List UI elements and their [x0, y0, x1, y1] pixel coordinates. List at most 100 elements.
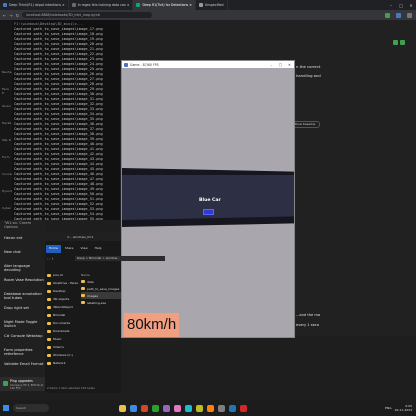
folder-icon	[47, 361, 51, 365]
list-item[interactable]: Validate Email Format	[4, 362, 43, 366]
taskbar-app-icon[interactable]	[207, 404, 214, 412]
nav-pane-label: pics.dl	[53, 273, 63, 277]
list-item[interactable]: Aker language decoding	[4, 264, 45, 272]
nav-pane-item[interactable]: Documents	[47, 319, 81, 327]
folder-icon	[47, 305, 51, 309]
folder-icon	[47, 345, 51, 349]
folder-icon	[81, 287, 85, 290]
list-item[interactable]: Drop right set	[4, 306, 29, 310]
close-button[interactable]: ✕	[285, 63, 294, 67]
browser-maximize-button[interactable]: □	[396, 0, 406, 10]
nav-pane-item[interactable]: Windows (C:)	[47, 351, 81, 359]
back-icon[interactable]: ←	[3, 13, 6, 18]
ribbon-tab[interactable]: View	[78, 245, 91, 253]
folder-icon	[81, 280, 85, 283]
taskbar-app-icon[interactable]	[218, 404, 225, 412]
game-canvas[interactable]: Blue Car 80km/h	[122, 68, 294, 337]
taskbar-search[interactable]: Search	[13, 404, 49, 412]
browser-minimize-button[interactable]: –	[386, 0, 396, 10]
nav-pane-label: Network	[53, 361, 66, 365]
profile-icon[interactable]	[396, 12, 401, 18]
browser-close-button[interactable]: ✕	[406, 0, 416, 10]
nav-pane-item[interactable]: Downloads	[47, 327, 81, 335]
nav-pane-item[interactable]: 3D-objects	[47, 295, 81, 303]
taskbar-app-icon[interactable]	[141, 404, 148, 412]
taskbar-app-icon[interactable]	[119, 404, 126, 412]
taskbar: Search ENG 9:05 29-11-2024	[0, 400, 416, 416]
nav-pane-item[interactable]: Video's	[47, 343, 81, 351]
start-button[interactable]	[3, 405, 9, 411]
file-name: images	[87, 293, 98, 298]
taskbar-app-icon[interactable]	[240, 404, 247, 412]
file-row[interactable]: labelling.exe	[81, 299, 121, 306]
nav-pane-item[interactable]: Bimodal	[47, 311, 81, 319]
console-output: F1:\windows\Desktop\3D_mini\c... Capture…	[12, 20, 120, 220]
share-icon[interactable]	[393, 40, 398, 45]
taskbar-app-icon[interactable]	[130, 404, 137, 412]
nav-pane-item[interactable]: Desktop	[47, 287, 81, 295]
column-header-name[interactable]: Name	[81, 271, 121, 278]
taskbar-app-icon[interactable]	[152, 404, 159, 412]
tab-favicon-icon	[198, 3, 203, 7]
menu-icon[interactable]	[407, 12, 412, 18]
nav-pane-label: OneDrive - Perso	[53, 281, 79, 285]
browser-toolbar-icons	[385, 12, 416, 18]
clock[interactable]: 9:05 29-11-2024	[395, 404, 412, 412]
browser-tab-bar: Deep Think(R1) depot intentions × In rege…	[0, 0, 416, 10]
list-item[interactable]: Hecon ent	[4, 236, 22, 240]
browser-tab[interactable]: In regex this training data can ×	[69, 0, 134, 10]
nav-pane-label: Documents	[53, 321, 71, 325]
sidebar-label[interactable]: Nevha	[2, 70, 12, 74]
nav-pane-item[interactable]: 3DAndObject	[47, 303, 81, 311]
file-row[interactable]: path_to_save_images	[81, 285, 121, 292]
sidebar-label[interactable]: Hyund	[2, 189, 12, 193]
game-title: Game - 87/60 FPS	[130, 62, 159, 67]
extension-icon[interactable]	[385, 12, 390, 18]
sidebar-label[interactable]: Hecka	[2, 121, 11, 125]
nav-pane-item[interactable]: pics.dl	[47, 271, 81, 279]
taskbar-app-icon[interactable]	[174, 404, 181, 412]
taskbar-app-icon[interactable]	[229, 404, 236, 412]
ribbon-tab[interactable]: Home	[46, 245, 61, 253]
sidebar-label[interactable]: SQL R	[2, 138, 11, 142]
browser-tab[interactable]: Deep R1(Tint) for Detections ×	[133, 0, 196, 10]
folder-icon	[81, 301, 85, 304]
list-item[interactable]: C# Console Webshop	[4, 334, 43, 338]
language-indicator[interactable]: ENG	[385, 406, 391, 410]
folder-icon	[47, 321, 51, 325]
tab-favicon-icon	[3, 3, 7, 7]
list-item[interactable]: Room Vase Resolution	[4, 278, 44, 282]
file-row[interactable]: data	[81, 278, 121, 285]
reload-icon[interactable]: ↻	[16, 13, 19, 18]
clock-date: 29-11-2024	[394, 408, 412, 412]
file-row[interactable]: images	[81, 292, 121, 299]
forward-icon[interactable]: →	[9, 13, 12, 18]
sidebar-label[interactable]: Face fr	[2, 87, 12, 95]
taskbar-app-icon[interactable]	[185, 404, 192, 412]
tab-label: Unspecified	[204, 3, 224, 7]
system-notification[interactable]: Ping upgrades Company HP 4, EMC16 at 140…	[0, 377, 45, 391]
explorer-address[interactable]: Desp > Bimodal > window..	[75, 256, 165, 261]
nav-pane-item[interactable]: Music	[47, 335, 81, 343]
ribbon-tab[interactable]: Share	[62, 245, 77, 253]
sidebar-label[interactable]: Form	[2, 155, 10, 159]
list-item[interactable]: Database annotation tool tubes	[4, 292, 45, 300]
ribbon-tab[interactable]: Help	[92, 245, 105, 253]
browser-tab[interactable]: Unspecified	[196, 0, 228, 10]
settings-icon[interactable]	[400, 40, 405, 45]
list-item[interactable]: Night Mode Toggle Switch	[4, 320, 45, 328]
nav-pane-item[interactable]: OneDrive - Perso	[47, 279, 81, 287]
taskbar-app-icon[interactable]	[163, 404, 170, 412]
taskbar-app-icon[interactable]	[196, 404, 203, 412]
maximize-button[interactable]: □	[276, 63, 285, 67]
browser-tab[interactable]: Deep Think(R1) depot intentions ×	[0, 0, 69, 10]
nav-pane-item[interactable]: Network	[47, 359, 81, 367]
sidebar-label[interactable]: Given	[2, 104, 11, 108]
url-input[interactable]: localhost:8888/notebooks/3D_mini_map.ipy…	[22, 12, 153, 18]
list-item[interactable]: New chat	[4, 250, 21, 254]
explorer-file-list: Name data path_to_save_images images labell…	[81, 271, 121, 306]
sidebar-label[interactable]: Cyber	[2, 206, 11, 210]
minimize-button[interactable]: –	[267, 63, 276, 67]
folder-icon	[47, 353, 51, 357]
list-item[interactable]: Form properties retirefence	[4, 348, 45, 356]
